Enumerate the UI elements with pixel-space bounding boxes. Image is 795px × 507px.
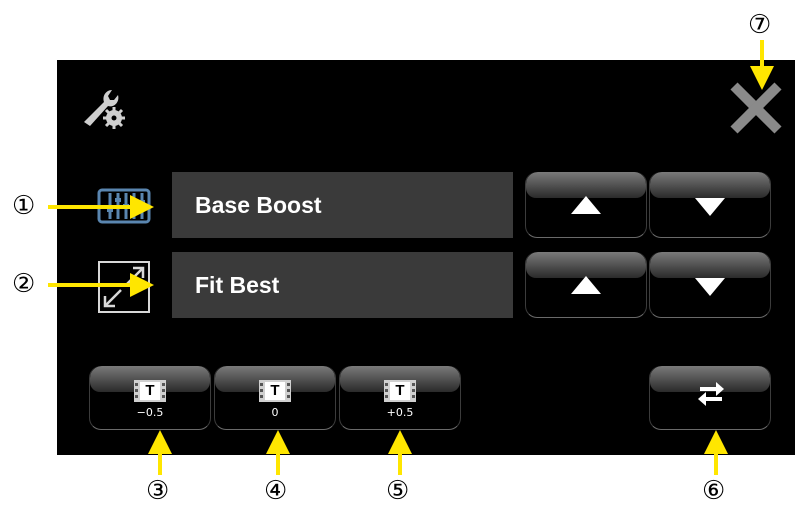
callout-1: ① xyxy=(12,191,36,221)
callout-4: ④ xyxy=(264,476,288,506)
callout-6: ⑥ xyxy=(702,476,726,506)
callout-arrows xyxy=(48,40,774,475)
callout-5: ⑤ xyxy=(386,476,410,506)
callout-3: ③ xyxy=(146,476,170,506)
callout-2: ② xyxy=(12,269,36,299)
callout-7: ⑦ xyxy=(748,10,772,40)
